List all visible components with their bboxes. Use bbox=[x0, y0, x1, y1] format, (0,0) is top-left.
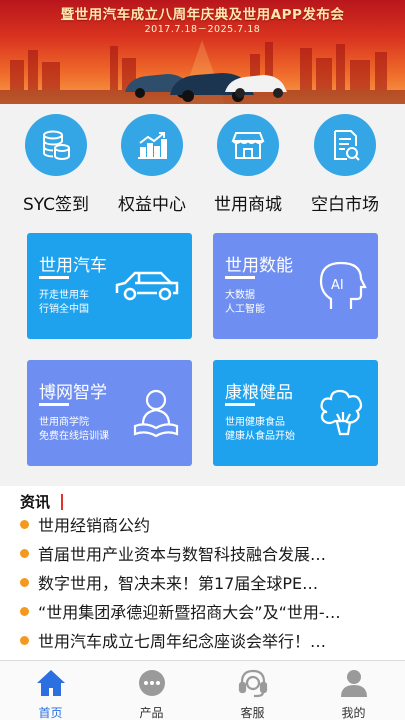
card-divider bbox=[225, 403, 255, 406]
nav-tab-home[interactable]: 首页 bbox=[0, 665, 101, 720]
nav-tab-mine[interactable]: 我的 bbox=[303, 665, 404, 720]
news-header-marker bbox=[61, 494, 63, 510]
headset-icon bbox=[202, 665, 303, 701]
bottom-navigation: 首页 产品 客服 我的 bbox=[0, 660, 405, 720]
news-item-text: 世用经销商公约 bbox=[38, 516, 151, 535]
card-subtitle: 开走世用车 bbox=[39, 290, 89, 301]
broccoli-icon bbox=[320, 389, 363, 436]
bullet-dot-icon bbox=[20, 606, 29, 616]
bullet-dot-icon bbox=[20, 548, 29, 558]
growth-chart-icon bbox=[121, 114, 183, 176]
quick-link-label: 权益中心 bbox=[118, 195, 186, 215]
nav-tab-products[interactable]: 产品 bbox=[101, 665, 202, 720]
card-subtitle: 世用商学院 bbox=[39, 417, 89, 428]
quick-link-label: 空白市场 bbox=[311, 195, 379, 215]
card-divider bbox=[39, 403, 69, 406]
user-icon bbox=[303, 665, 404, 701]
card-bowang-smart-learning[interactable]: 博网智学 世用商学院 免费在线培训课 bbox=[27, 360, 192, 466]
card-subtitle: 行销全中国 bbox=[39, 304, 89, 315]
card-title: 康粮健品 bbox=[225, 383, 293, 403]
card-subtitle: 健康从食品开始 bbox=[225, 431, 295, 442]
nav-tab-label: 客服 bbox=[240, 706, 265, 720]
news-item-text: 数字世用，智决未来！第17届全球PE… bbox=[38, 574, 319, 593]
card-divider bbox=[39, 276, 69, 279]
chat-dots-icon bbox=[101, 665, 202, 701]
reading-person-icon bbox=[133, 389, 179, 438]
card-subtitle: 免费在线培训课 bbox=[39, 431, 109, 442]
news-item-text: “世用集团承德迎新暨招商大会”及“世用-… bbox=[38, 603, 341, 622]
document-search-icon bbox=[314, 114, 376, 176]
bullet-dot-icon bbox=[20, 635, 29, 645]
quick-link-label: 世用商城 bbox=[214, 195, 282, 215]
card-title: 世用数能 bbox=[225, 256, 293, 276]
news-item[interactable]: “世用集团承德迎新暨招商大会”及“世用-… bbox=[20, 599, 385, 623]
card-divider bbox=[225, 276, 255, 279]
quick-link-benefits-center[interactable]: 权益中心 bbox=[104, 114, 200, 215]
car-icon bbox=[115, 271, 179, 301]
news-item[interactable]: 世用经销商公约 bbox=[20, 512, 385, 536]
home-icon bbox=[0, 665, 101, 701]
card-title: 博网智学 bbox=[39, 383, 107, 403]
news-item-text: 世用汽车成立七周年纪念座谈会举行！… bbox=[38, 632, 327, 651]
quick-link-shiyong-mall[interactable]: 世用商城 bbox=[200, 114, 296, 215]
store-icon bbox=[217, 114, 279, 176]
nav-tab-label: 首页 bbox=[38, 706, 63, 720]
nav-tab-customer-service[interactable]: 客服 bbox=[202, 665, 303, 720]
quick-link-syc-checkin[interactable]: SYC签到 bbox=[8, 114, 104, 215]
bullet-dot-icon bbox=[20, 519, 29, 529]
card-subtitle: 人工智能 bbox=[225, 304, 265, 315]
svg-text:AI: AI bbox=[331, 278, 344, 293]
news-header: 资讯 bbox=[20, 493, 51, 511]
coins-stack-icon bbox=[25, 114, 87, 176]
event-banner[interactable]: 暨世用汽车成立八周年庆典及世用APP发布会 2017.7.18－2025.7.1… bbox=[0, 0, 405, 104]
quick-links: SYC签到 权益中心 世用商城 空白市场 bbox=[0, 104, 405, 220]
banner-title: 暨世用汽车成立八周年庆典及世用APP发布会 bbox=[60, 7, 345, 23]
card-subtitle: 世用健康食品 bbox=[225, 417, 285, 428]
card-title: 世用汽车 bbox=[39, 256, 107, 276]
card-kangliang-health-products[interactable]: 康粮健品 世用健康食品 健康从食品开始 bbox=[213, 360, 378, 466]
quick-link-label: SYC签到 bbox=[22, 195, 90, 215]
card-subtitle: 大数据 bbox=[225, 290, 255, 301]
news-item[interactable]: 数字世用，智决未来！第17届全球PE… bbox=[20, 570, 385, 594]
news-item[interactable]: 世用汽车成立七周年纪念座谈会举行！… bbox=[20, 628, 385, 652]
bullet-dot-icon bbox=[20, 577, 29, 587]
ai-head-icon: AI bbox=[319, 261, 367, 309]
banner-date: 2017.7.18－2025.7.18 bbox=[144, 24, 261, 35]
nav-tab-label: 我的 bbox=[341, 706, 366, 720]
quick-link-blank-market[interactable]: 空白市场 bbox=[297, 114, 393, 215]
news-section: 资讯 世用经销商公约 首届世用产业资本与数智科技融合发展… 数字世用，智决未来！… bbox=[0, 486, 405, 660]
news-item[interactable]: 首届世用产业资本与数智科技融合发展… bbox=[20, 541, 385, 565]
nav-tab-label: 产品 bbox=[139, 706, 164, 720]
news-item-text: 首届世用产业资本与数智科技融合发展… bbox=[38, 545, 327, 564]
card-shiyong-data-power[interactable]: 世用数能 大数据 人工智能 AI bbox=[213, 233, 378, 339]
card-shiyong-auto[interactable]: 世用汽车 开走世用车 行销全中国 bbox=[27, 233, 192, 339]
